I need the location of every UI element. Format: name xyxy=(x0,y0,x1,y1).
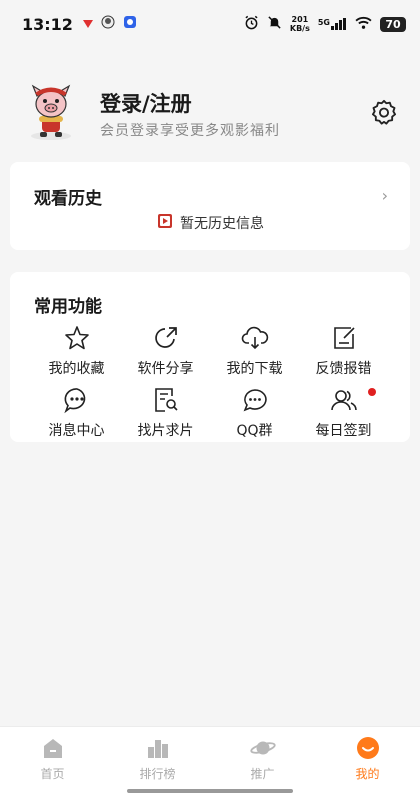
profile-header[interactable]: 登录/注册 会员登录享受更多观影福利 xyxy=(0,80,420,144)
users-icon xyxy=(330,386,358,414)
history-empty-text: 暂无历史信息 xyxy=(180,216,264,232)
battery-indicator: 70 xyxy=(380,16,406,32)
functions-title: 常用功能 xyxy=(34,297,102,317)
login-subtitle: 会员登录享受更多观影福利 xyxy=(100,123,280,139)
share-app-button[interactable]: 软件分享 xyxy=(121,324,210,380)
home-icon xyxy=(40,737,66,759)
common-functions-card: 常用功能 我的收藏 软件分享 我的下载 反馈报错 消息中心 找片求片 QQ群 每… xyxy=(10,272,410,442)
tab-home[interactable]: 首页 xyxy=(13,727,93,800)
wifi-icon xyxy=(355,16,372,32)
functions-grid: 我的收藏 软件分享 我的下载 反馈报错 消息中心 找片求片 QQ群 每日签到 xyxy=(32,324,388,442)
watch-history-card[interactable]: 观看历史 › 暂无历史信息 xyxy=(10,162,410,250)
signal-icon: 5G xyxy=(318,18,347,30)
history-empty-state: 暂无历史信息 xyxy=(10,212,410,234)
share-icon xyxy=(152,324,180,352)
planet-icon xyxy=(249,737,276,759)
chat-icon xyxy=(241,386,269,414)
net-speed: 201 KB/s xyxy=(289,15,310,33)
message-icon xyxy=(63,386,91,414)
notification-dot xyxy=(368,388,376,396)
cloud-download-icon xyxy=(241,324,269,352)
app-badge-icon xyxy=(123,15,137,33)
video-card-icon xyxy=(156,212,174,234)
favorites-button[interactable]: 我的收藏 xyxy=(32,324,121,380)
feedback-icon xyxy=(330,324,358,352)
smile-icon xyxy=(355,737,381,759)
status-time: 13:12 xyxy=(22,14,73,34)
daily-checkin-button[interactable]: 每日签到 xyxy=(299,386,388,442)
star-icon xyxy=(63,324,91,352)
chevron-right-icon[interactable]: › xyxy=(382,186,388,205)
history-title: 观看历史 xyxy=(34,189,102,209)
settings-button[interactable] xyxy=(370,98,398,126)
qq-group-button[interactable]: QQ群 xyxy=(210,386,299,442)
tab-mine[interactable]: 我的 xyxy=(328,727,408,800)
feedback-button[interactable]: 反馈报错 xyxy=(299,324,388,380)
downloads-button[interactable]: 我的下载 xyxy=(210,324,299,380)
gear-icon xyxy=(370,99,398,130)
message-center-button[interactable]: 消息中心 xyxy=(32,386,121,442)
app-avatar-icon xyxy=(101,15,115,33)
home-indicator[interactable] xyxy=(127,789,293,793)
pig-avatar-icon[interactable] xyxy=(20,80,82,142)
bar-chart-icon xyxy=(145,737,171,759)
request-movie-button[interactable]: 找片求片 xyxy=(121,386,210,442)
status-bar: 13:12 201 KB/s 5G 70 xyxy=(0,0,420,48)
search-doc-icon xyxy=(152,386,180,414)
login-register-title[interactable]: 登录/注册 xyxy=(100,88,192,118)
alarm-icon xyxy=(244,15,259,33)
mute-icon xyxy=(267,15,282,33)
notification-arrow-icon xyxy=(82,15,93,33)
